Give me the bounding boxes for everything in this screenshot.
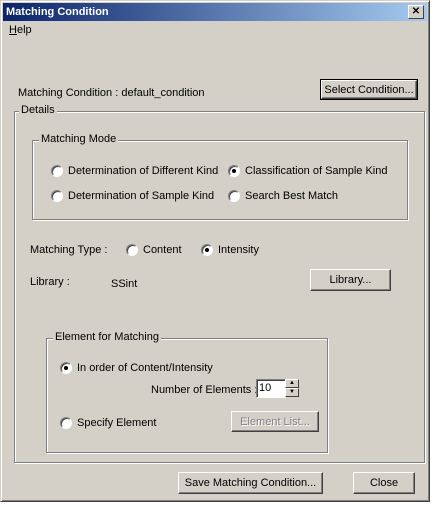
details-group-label: Details <box>19 104 57 116</box>
radio-icon <box>51 165 63 178</box>
menu-bar: Help <box>7 24 34 40</box>
mode-different-kind-label: Determination of Different Kind <box>68 165 219 177</box>
title-bar[interactable]: Matching Condition ✕ <box>3 3 427 21</box>
select-condition-button[interactable]: Select Condition... <box>320 79 418 100</box>
window-title: Matching Condition <box>6 6 109 18</box>
mode-sample-kind-label: Determination of Sample Kind <box>68 190 215 202</box>
type-content-label: Content <box>143 244 182 256</box>
spin-up-icon[interactable]: ▲ <box>285 379 299 388</box>
mode-different-kind-radio[interactable]: Determination of Different Kind <box>51 164 218 178</box>
mode-sample-kind-radio[interactable]: Determination of Sample Kind <box>51 189 214 203</box>
spin-down-icon[interactable]: ▼ <box>285 388 299 397</box>
condition-label: Matching Condition : default_condition <box>18 87 205 99</box>
library-button[interactable]: Library... <box>310 269 391 291</box>
radio-icon <box>228 190 240 203</box>
order-content-radio[interactable]: In order of Content/Intensity <box>60 361 213 375</box>
matching-condition-dialog: Matching Condition ✕ Help Matching Condi… <box>0 0 430 502</box>
mode-best-match-label: Search Best Match <box>245 190 338 202</box>
type-intensity-radio[interactable]: Intensity <box>201 243 259 257</box>
radio-checked-icon <box>228 165 240 178</box>
radio-checked-icon <box>201 244 213 257</box>
radio-icon <box>60 417 72 430</box>
radio-icon <box>51 190 63 203</box>
close-button[interactable]: Close <box>353 472 415 494</box>
mode-best-match-radio[interactable]: Search Best Match <box>228 189 338 203</box>
help-mnemonic: H <box>9 24 17 36</box>
radio-icon <box>126 244 138 257</box>
specify-element-radio[interactable]: Specify Element <box>60 416 156 430</box>
help-label-rest: elp <box>16 24 32 36</box>
library-label: Library : <box>30 276 70 288</box>
mode-classification-label: Classification of Sample Kind <box>245 165 388 177</box>
number-elements-label: Number of Elements : <box>151 384 258 396</box>
matching-mode-group: Matching Mode <box>32 133 408 220</box>
menu-help[interactable]: Help <box>7 24 34 36</box>
radio-checked-icon <box>60 362 72 375</box>
specify-element-label: Specify Element <box>77 417 157 429</box>
type-content-radio[interactable]: Content <box>126 243 182 257</box>
matching-mode-label: Matching Mode <box>39 133 119 145</box>
type-intensity-label: Intensity <box>218 244 259 256</box>
number-elements-input[interactable]: 10 <box>256 379 286 398</box>
library-value: SSint <box>111 278 138 290</box>
mode-classification-radio[interactable]: Classification of Sample Kind <box>228 164 387 178</box>
element-list-button[interactable]: Element List... <box>231 411 319 432</box>
matching-type-label: Matching Type : <box>30 244 108 256</box>
close-icon[interactable]: ✕ <box>408 5 424 19</box>
number-elements-spinner: ▲ ▼ <box>285 379 299 397</box>
element-group-label: Element for Matching <box>53 331 161 343</box>
order-content-label: In order of Content/Intensity <box>77 362 213 374</box>
save-condition-button[interactable]: Save Matching Condition... <box>178 472 323 494</box>
